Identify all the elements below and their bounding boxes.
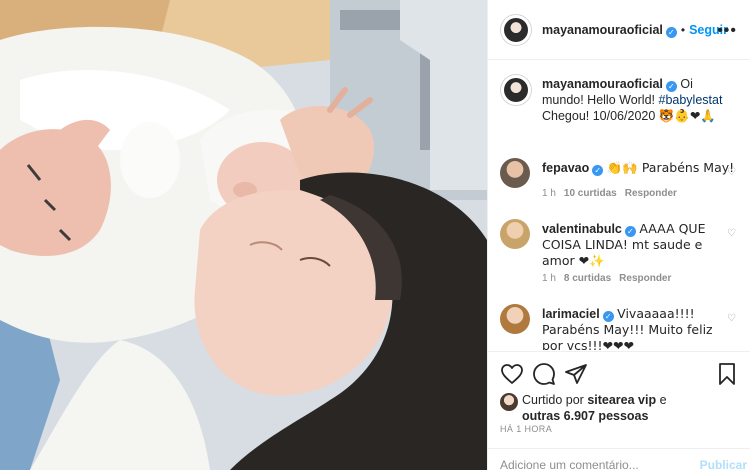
publish-button[interactable]: Publicar bbox=[700, 458, 747, 470]
liked-by-middle: e bbox=[656, 393, 667, 407]
comment-item: valentinabulc ✓ AAAA QUE COISA LINDA! mt … bbox=[500, 219, 740, 289]
add-comment-bar: Adicione um comentário... Publicar bbox=[488, 448, 750, 470]
comment-icon[interactable] bbox=[532, 362, 556, 386]
post-timestamp[interactable]: HÁ 1 HORA bbox=[500, 424, 552, 434]
comment-username[interactable]: larimaciel bbox=[542, 307, 600, 321]
caption-text: mayanamouraoficial ✓ Oi mundo! Hello Worl… bbox=[542, 76, 737, 124]
caption-body-post: Chegou! 10/06/2020 bbox=[542, 109, 659, 123]
comment-like-heart-icon[interactable]: ♡ bbox=[727, 167, 736, 178]
comment-meta: 1 h 8 curtidas Responder bbox=[542, 273, 671, 284]
comment-text: fepavao ✓ 👏🙌 Parabéns May! bbox=[542, 160, 737, 176]
caption: mayanamouraoficial ✓ Oi mundo! Hello Worl… bbox=[500, 74, 740, 144]
liked-by-text: Curtido por sitearea vip e outras 6.907 … bbox=[522, 392, 667, 424]
comment-text: valentinabulc ✓ AAAA QUE COISA LINDA! mt … bbox=[542, 221, 737, 269]
comment-text: larimaciel ✓ Vivaaaaa!!!! Parabéns May!!!… bbox=[542, 306, 737, 350]
comment-likes[interactable]: 10 curtidas bbox=[564, 188, 617, 199]
add-comment-input[interactable]: Adicione um comentário... bbox=[500, 458, 639, 470]
comment-likes[interactable]: 8 curtidas bbox=[564, 273, 611, 284]
verified-badge-icon: ✓ bbox=[665, 27, 677, 38]
more-options-icon[interactable]: ••• bbox=[717, 22, 737, 40]
caption-hashtag[interactable]: #babylestat bbox=[659, 93, 723, 107]
share-icon[interactable] bbox=[564, 362, 588, 386]
liker-avatar[interactable] bbox=[500, 393, 518, 411]
caption-avatar[interactable] bbox=[500, 74, 532, 106]
post-photo[interactable] bbox=[0, 0, 487, 470]
post-photo-illustration bbox=[0, 0, 487, 470]
comment-like-heart-icon[interactable]: ♡ bbox=[727, 228, 736, 239]
verified-badge-icon: ✓ bbox=[592, 165, 604, 176]
author-avatar[interactable] bbox=[500, 14, 532, 46]
reply-button[interactable]: Responder bbox=[619, 273, 671, 284]
liked-by-prefix: Curtido por bbox=[522, 393, 588, 407]
author-username[interactable]: mayanamouraoficial bbox=[542, 23, 663, 37]
liked-by-user[interactable]: sitearea vip bbox=[587, 393, 656, 407]
comment-meta: 1 h 10 curtidas Responder bbox=[542, 188, 677, 199]
comment-time: 1 h bbox=[542, 188, 556, 199]
post-actions: Curtido por sitearea vip e outras 6.907 … bbox=[488, 351, 750, 470]
comment-item: larimaciel ✓ Vivaaaaa!!!! Parabéns May!!!… bbox=[500, 304, 740, 350]
verified-badge-icon: ✓ bbox=[602, 311, 614, 322]
verified-badge-icon: ✓ bbox=[665, 81, 677, 92]
comments-list: mayanamouraoficial ✓ Oi mundo! Hello Worl… bbox=[488, 61, 750, 350]
caption-emojis: 🐯👶❤🙏 bbox=[658, 108, 716, 123]
reply-button[interactable]: Responder bbox=[625, 188, 677, 199]
comment-body: 👏🙌 Parabéns May! bbox=[606, 160, 735, 175]
comment-avatar[interactable] bbox=[500, 219, 530, 249]
comment-like-heart-icon[interactable]: ♡ bbox=[727, 313, 736, 324]
separator-dot: • bbox=[680, 23, 686, 37]
comment-avatar[interactable] bbox=[500, 158, 530, 188]
header-user-line: mayanamouraoficial ✓ • Seguir bbox=[542, 23, 728, 38]
comment-username[interactable]: valentinabulc bbox=[542, 222, 622, 236]
comment-time: 1 h bbox=[542, 273, 556, 284]
post-side-panel: mayanamouraoficial ✓ • Seguir ••• mayanamou… bbox=[487, 0, 750, 470]
heart-icon[interactable] bbox=[500, 362, 524, 386]
bookmark-icon[interactable] bbox=[715, 362, 739, 386]
liked-by-others[interactable]: outras 6.907 pessoas bbox=[522, 409, 648, 423]
comment-item: fepavao ✓ 👏🙌 Parabéns May! 1 h 10 curtidas… bbox=[500, 158, 740, 208]
post-header: mayanamouraoficial ✓ • Seguir ••• bbox=[488, 0, 750, 60]
verified-badge-icon: ✓ bbox=[624, 226, 636, 237]
caption-username[interactable]: mayanamouraoficial bbox=[542, 77, 663, 91]
comment-avatar[interactable] bbox=[500, 304, 530, 334]
comment-username[interactable]: fepavao bbox=[542, 161, 589, 175]
